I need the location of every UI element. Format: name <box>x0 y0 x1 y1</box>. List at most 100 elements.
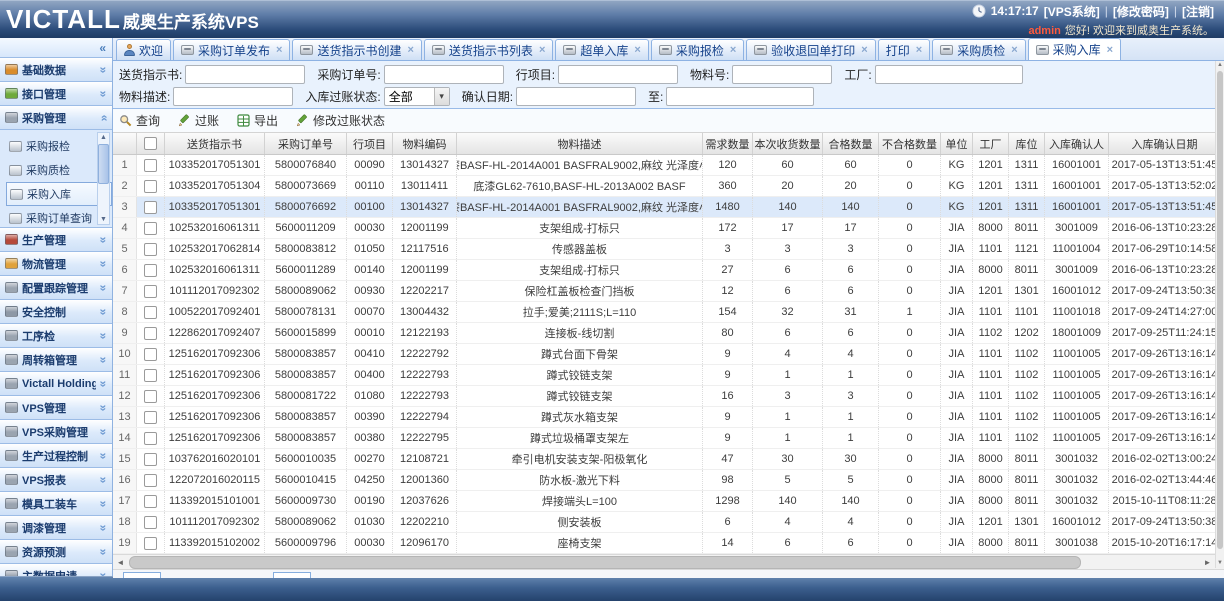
row-checkbox[interactable] <box>144 285 157 298</box>
table-row[interactable]: 510253201706281458000838120105012117516传… <box>113 239 1224 260</box>
posting-status-select[interactable]: 全部▾ <box>384 87 450 106</box>
pagination-input[interactable] <box>273 572 311 578</box>
scroll-down-icon[interactable]: ▼ <box>100 215 107 224</box>
row-checkbox[interactable] <box>144 495 157 508</box>
close-icon[interactable]: × <box>861 44 867 56</box>
row-checkbox[interactable] <box>144 243 157 256</box>
sidebar-group-基础数据[interactable]: 基础数据» <box>0 58 112 82</box>
tab-采购报检[interactable]: 采购报检× <box>651 39 744 60</box>
scroll-up-icon[interactable]: ▲ <box>1216 61 1224 70</box>
row-checkbox[interactable] <box>144 516 157 529</box>
row-checkbox[interactable] <box>144 453 157 466</box>
table-row[interactable]: 810052201709240158000781310007013004432拉… <box>113 302 1224 323</box>
table-row[interactable]: 1412516201709230658000838570038012222795… <box>113 428 1224 449</box>
close-icon[interactable]: × <box>730 44 736 56</box>
sidebar-group-工序检[interactable]: 工序检» <box>0 324 112 348</box>
toolbar-button-导出[interactable]: 导出 <box>237 112 278 129</box>
sidebar-group-主数据申请[interactable]: 主数据申请» <box>0 564 112 576</box>
material-no-input[interactable] <box>732 65 832 84</box>
close-icon[interactable]: × <box>276 44 282 56</box>
purchase-order-input[interactable] <box>384 65 504 84</box>
row-checkbox[interactable] <box>144 411 157 424</box>
tab-验收退回单打印[interactable]: 验收退回单打印× <box>746 39 875 60</box>
scroll-down-icon[interactable]: ▼ <box>1216 559 1224 568</box>
table-row[interactable]: 110335201705130158000768400009013014327亚… <box>113 155 1224 176</box>
table-row[interactable]: 710111201709230258000890620093012202217保… <box>113 281 1224 302</box>
row-checkbox[interactable] <box>144 474 157 487</box>
select-all-checkbox[interactable] <box>144 137 157 150</box>
row-checkbox[interactable] <box>144 369 157 382</box>
toolbar-button-查询[interactable]: 查询 <box>119 112 160 129</box>
close-icon[interactable]: × <box>1107 44 1113 56</box>
tab-采购质检[interactable]: 采购质检× <box>932 39 1025 60</box>
link-logout[interactable]: [注销] <box>1182 3 1214 20</box>
tab-采购入库[interactable]: 采购入库× <box>1028 38 1121 60</box>
sidebar-group-模具工装车[interactable]: 模具工装车» <box>0 492 112 516</box>
sidebar-group-调漆管理[interactable]: 调漆管理» <box>0 516 112 540</box>
table-row[interactable]: 1012516201709230658000838570041012222792… <box>113 344 1224 365</box>
line-item-input[interactable] <box>558 65 678 84</box>
table-row[interactable]: 1112516201709230658000838570040012222793… <box>113 365 1224 386</box>
row-checkbox[interactable] <box>144 159 157 172</box>
tab-超单入库[interactable]: 超单入库× <box>555 39 648 60</box>
row-checkbox[interactable] <box>144 264 157 277</box>
confirm-date-to-input[interactable] <box>666 87 814 106</box>
row-checkbox[interactable] <box>144 201 157 214</box>
submenu-scrollbar[interactable]: ▲▼ <box>97 132 110 225</box>
toolbar-button-过账[interactable]: 过账 <box>178 112 219 129</box>
row-checkbox[interactable] <box>144 327 157 340</box>
confirm-date-from-input[interactable] <box>516 87 636 106</box>
delivery-note-input[interactable] <box>185 65 305 84</box>
sidebar-group-VPS管理[interactable]: VPS管理» <box>0 396 112 420</box>
table-row[interactable]: 1612207201602011556000104150425012001360… <box>113 470 1224 491</box>
sidebar-group-周转箱管理[interactable]: 周转箱管理» <box>0 348 112 372</box>
sidebar-group-资源预测[interactable]: 资源预测» <box>0 540 112 564</box>
tab-送货指示书创建[interactable]: 送货指示书创建× <box>292 39 421 60</box>
close-icon[interactable]: × <box>916 44 922 56</box>
table-row[interactable]: 1212516201709230658000817220108012222793… <box>113 386 1224 407</box>
tab-欢迎[interactable]: 欢迎 <box>116 39 171 60</box>
horizontal-scrollbar[interactable]: ◄ ► <box>113 554 1224 569</box>
scroll-left-icon[interactable]: ◄ <box>113 555 128 569</box>
tab-采购订单发布[interactable]: 采购订单发布× <box>173 39 290 60</box>
sidebar-group-安全控制[interactable]: 安全控制» <box>0 300 112 324</box>
scroll-right-icon[interactable]: ► <box>1200 555 1215 569</box>
toolbar-button-修改过账状态[interactable]: 修改过账状态 <box>296 112 385 129</box>
table-row[interactable]: 1911339201510200256000097960003012096170… <box>113 533 1224 554</box>
close-icon[interactable]: × <box>634 44 640 56</box>
sidebar-group-生产过程控制[interactable]: 生产过程控制» <box>0 444 112 468</box>
row-checkbox[interactable] <box>144 348 157 361</box>
table-row[interactable]: 210335201705130458000736690011013011411底… <box>113 176 1224 197</box>
table-row[interactable]: 1510376201602010156000100350027012108721… <box>113 449 1224 470</box>
table-row[interactable]: 310335201705130158000766920010013014327亚… <box>113 197 1224 218</box>
sidebar-group-配置跟踪管理[interactable]: 配置跟踪管理» <box>0 276 112 300</box>
scroll-up-icon[interactable]: ▲ <box>100 133 107 142</box>
row-checkbox[interactable] <box>144 222 157 235</box>
scroll-thumb[interactable] <box>98 144 109 184</box>
sidebar-group-物流管理[interactable]: 物流管理» <box>0 252 112 276</box>
tab-打印[interactable]: 打印× <box>878 39 930 60</box>
table-row[interactable]: 1711339201510100156000097300019012037626… <box>113 491 1224 512</box>
sidebar-collapse-button[interactable]: « <box>0 38 112 58</box>
hscroll-thumb[interactable] <box>129 556 1081 569</box>
close-icon[interactable]: × <box>1011 44 1017 56</box>
table-row[interactable]: 1312516201709230658000838570039012222794… <box>113 407 1224 428</box>
sidebar-group-VPS采购管理[interactable]: VPS采购管理» <box>0 420 112 444</box>
sidebar-group-接口管理[interactable]: 接口管理» <box>0 82 112 106</box>
row-checkbox[interactable] <box>144 180 157 193</box>
sidebar-group-生产管理[interactable]: 生产管理» <box>0 228 112 252</box>
sidebar-group-Victall Holding[interactable]: Victall Holding» <box>0 372 112 396</box>
table-row[interactable]: 410253201606131156000112090003012001199支… <box>113 218 1224 239</box>
row-checkbox[interactable] <box>144 537 157 550</box>
close-icon[interactable]: × <box>407 44 413 56</box>
vertical-scrollbar[interactable]: ▲ ▼ <box>1215 61 1224 568</box>
tab-送货指示书列表[interactable]: 送货指示书列表× <box>424 39 553 60</box>
link-change-password[interactable]: [修改密码] <box>1113 3 1169 20</box>
close-icon[interactable]: × <box>539 44 545 56</box>
sidebar-group-VPS报表[interactable]: VPS报表» <box>0 468 112 492</box>
table-row[interactable]: 1810111201709230258000890620103012202210… <box>113 512 1224 533</box>
link-vps-system[interactable]: [VPS系统] <box>1044 3 1100 20</box>
plant-input[interactable] <box>875 65 1023 84</box>
pagination-input[interactable] <box>123 572 161 578</box>
sidebar-group-采购管理[interactable]: 采购管理» <box>0 106 112 130</box>
